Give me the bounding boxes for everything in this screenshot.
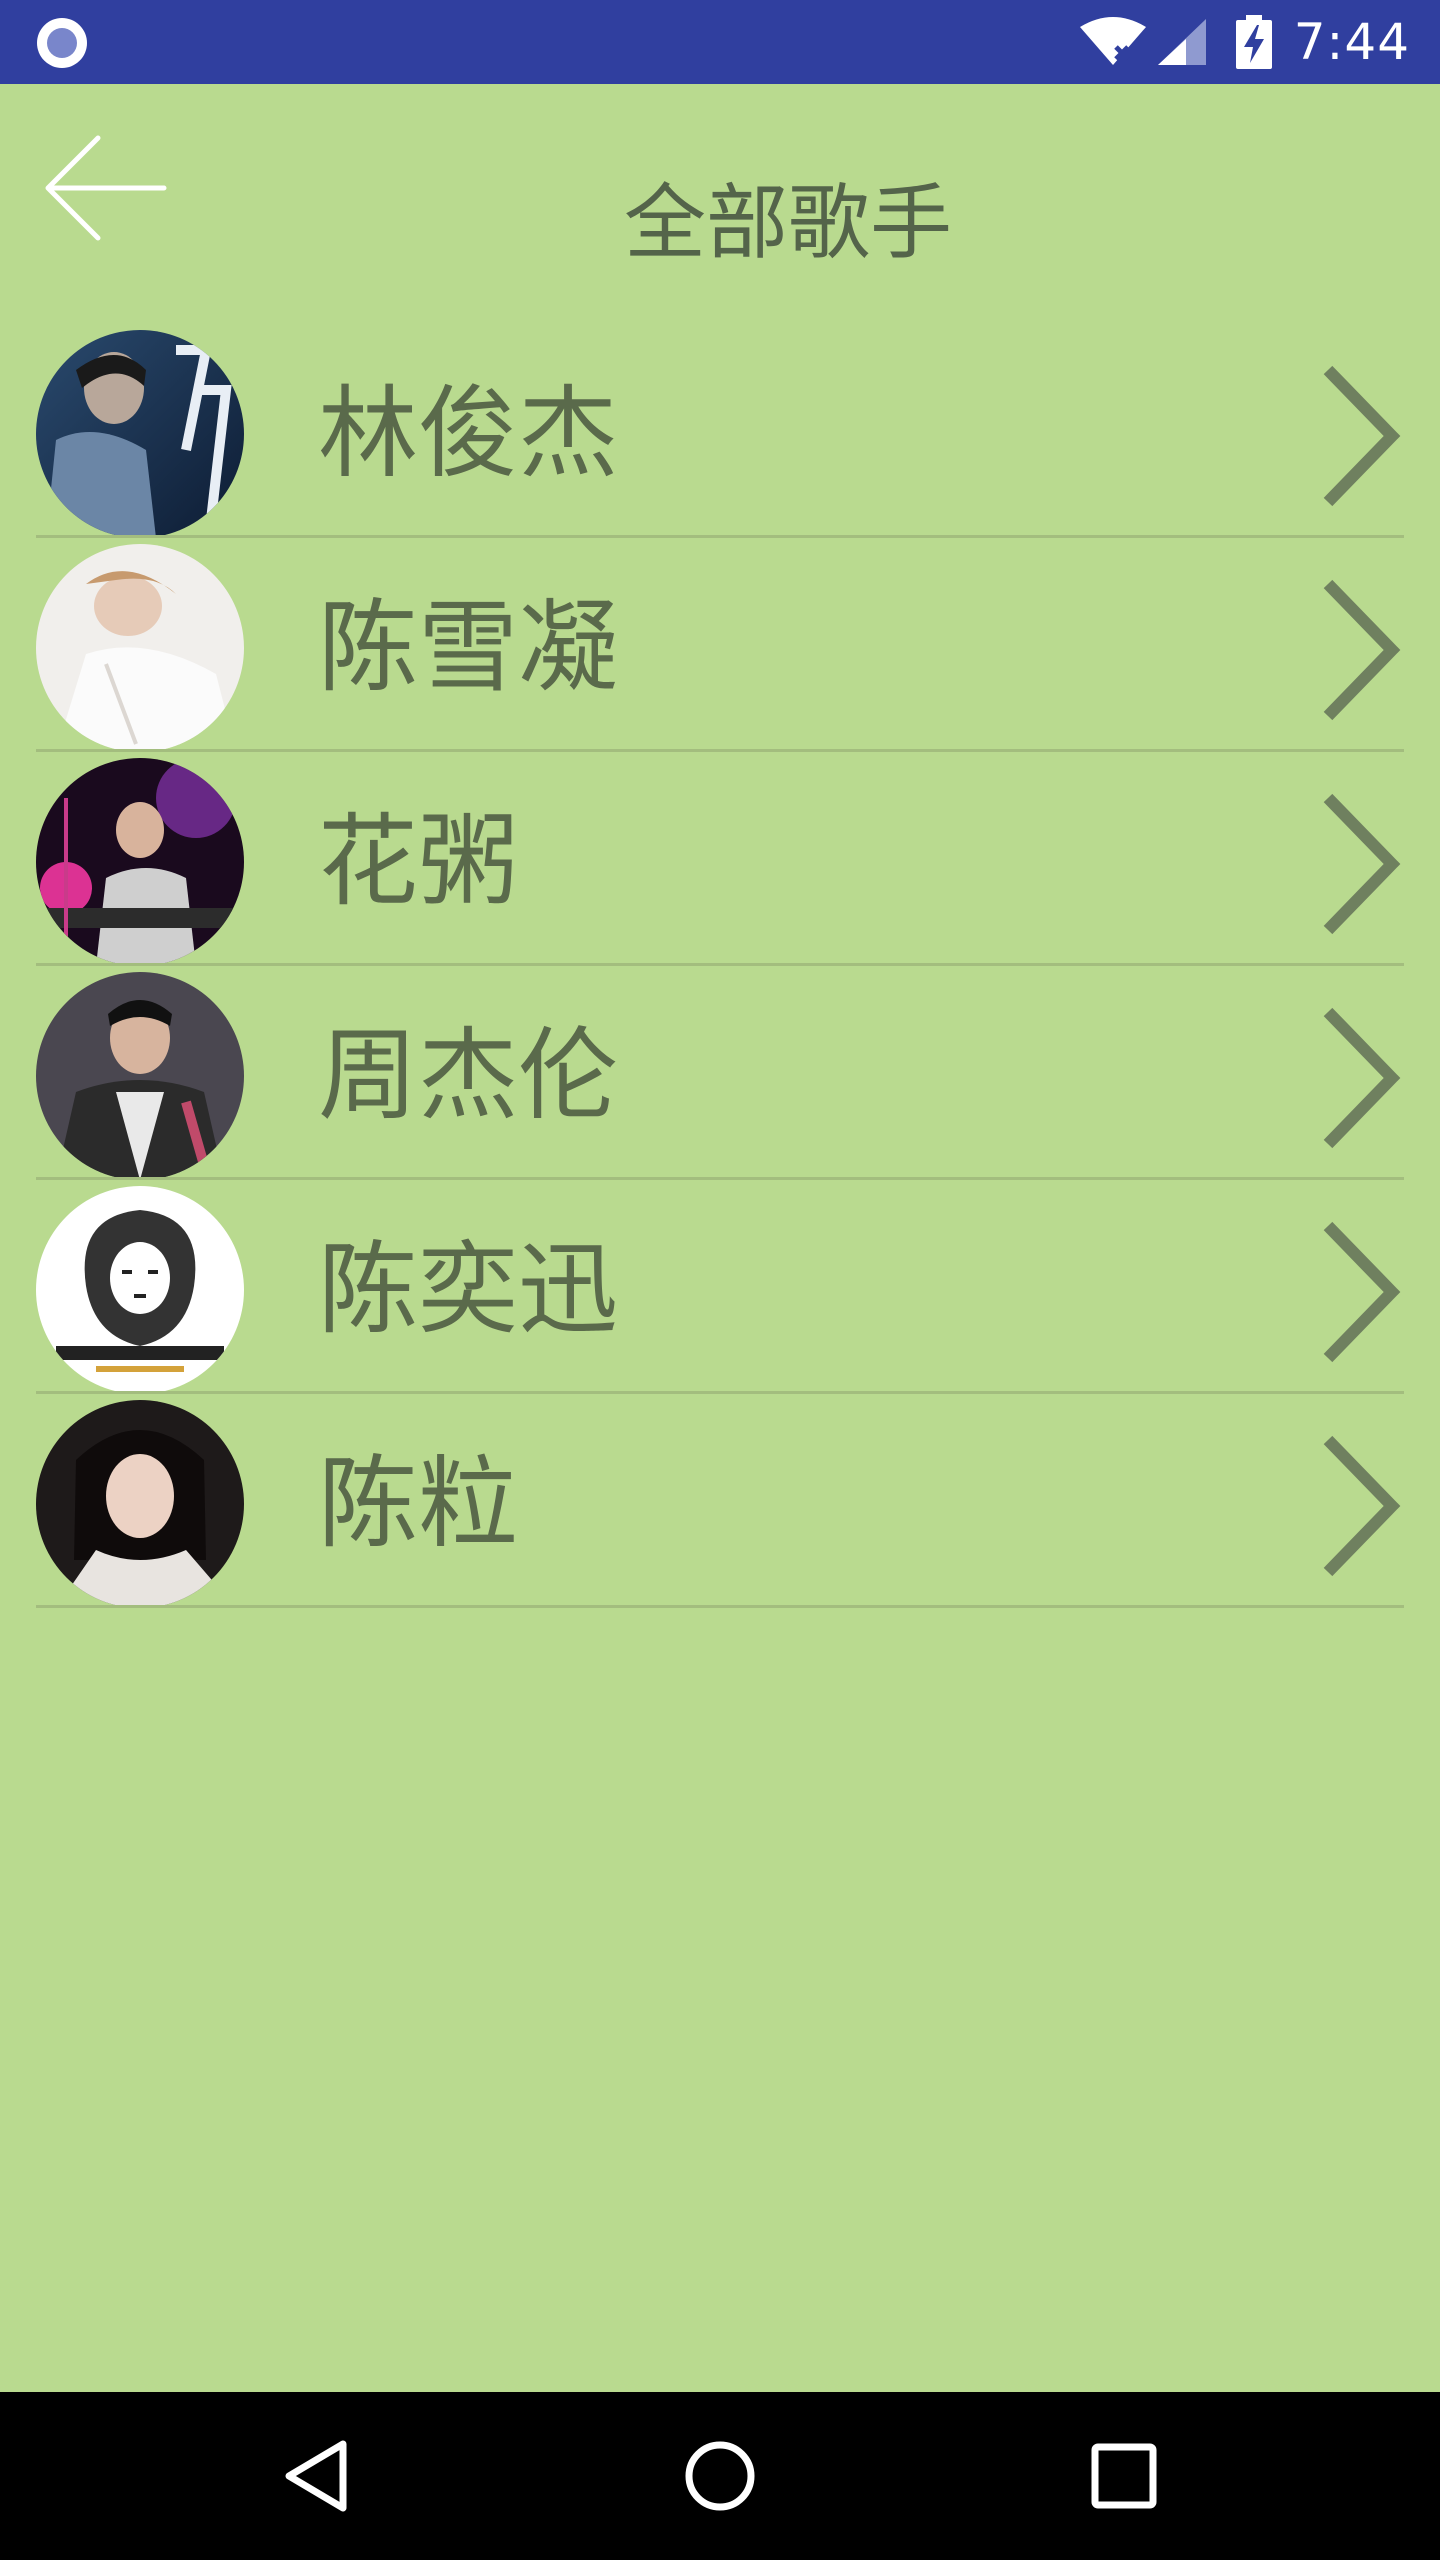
status-bar: 7:44 (0, 0, 1440, 84)
chevron-right-icon (1323, 1221, 1401, 1363)
singer-item-3[interactable]: 花粥 (0, 752, 1440, 966)
wifi-off-icon (1079, 17, 1146, 65)
nav-recents-button[interactable] (1040, 2392, 1208, 2560)
singer-item-5[interactable]: 陈奕迅 (0, 1180, 1440, 1394)
chevron-right-icon (1323, 1435, 1401, 1577)
home-circle-icon (685, 2441, 755, 2511)
chevron-right-icon (1323, 579, 1401, 721)
singer-item-1[interactable]: 林俊杰 (0, 324, 1440, 538)
singer-name: 陈奕迅 (318, 1231, 618, 1348)
singer-name: 花粥 (318, 803, 518, 920)
avatar (36, 330, 244, 538)
chevron-right-icon (1323, 365, 1401, 507)
singer-item-4[interactable]: 周杰伦 (0, 966, 1440, 1180)
header: 全部歌手 (0, 84, 1440, 324)
avatar (36, 544, 244, 752)
avatar (36, 758, 244, 966)
page-title: 全部歌手 (623, 176, 952, 271)
singer-name: 陈粒 (318, 1445, 518, 1562)
back-triangle-icon (285, 2440, 347, 2512)
notification-circle-icon (37, 18, 87, 68)
singer-item-2[interactable]: 陈雪凝 (0, 538, 1440, 752)
nav-back-button[interactable] (232, 2392, 400, 2560)
singer-name: 周杰伦 (318, 1017, 618, 1134)
chevron-right-icon (1323, 1007, 1401, 1149)
recents-square-icon (1091, 2443, 1157, 2509)
nav-home-button[interactable] (636, 2392, 804, 2560)
singer-name: 陈雪凝 (318, 589, 618, 706)
chevron-right-icon (1323, 793, 1401, 935)
battery-charging-icon (1235, 15, 1272, 69)
avatar (36, 972, 244, 1180)
avatar (36, 1400, 244, 1608)
singer-list: 林俊杰 陈雪凝 花粥 周杰伦 陈奕迅 陈粒 (0, 324, 1440, 1608)
navigation-bar (0, 2392, 1440, 2560)
singer-name: 林俊杰 (318, 375, 618, 492)
status-icons: 7:44 (1078, 0, 1410, 84)
avatar (36, 1186, 244, 1394)
signal-icon (1157, 19, 1206, 65)
status-time: 7:44 (1293, 13, 1410, 71)
singer-item-6[interactable]: 陈粒 (0, 1394, 1440, 1608)
